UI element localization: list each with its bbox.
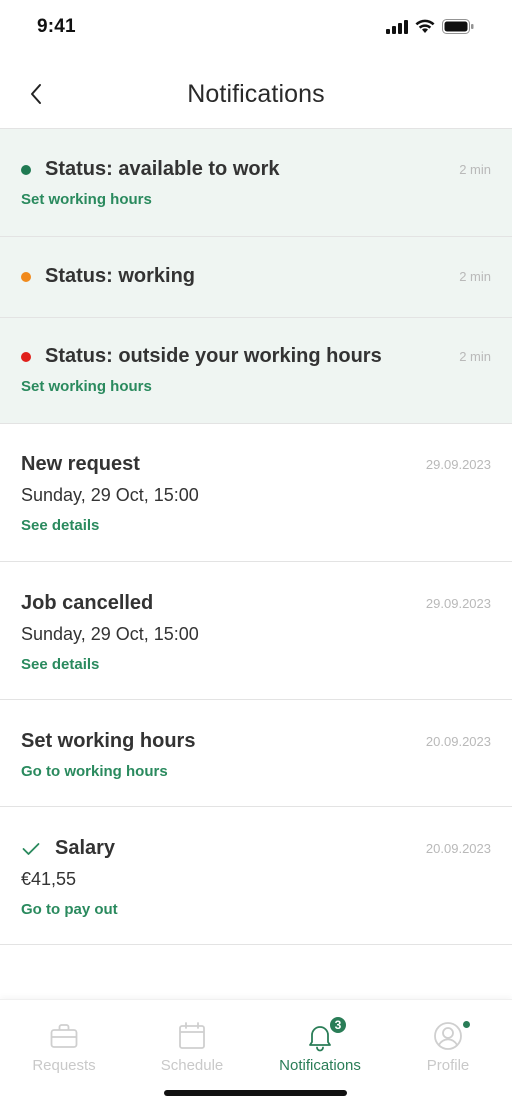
- check-icon: [22, 843, 40, 855]
- see-details-link[interactable]: See details: [21, 517, 99, 534]
- status-time: 9:41: [37, 16, 76, 37]
- notification-time: 2 min: [459, 349, 491, 364]
- wifi-icon: [415, 19, 435, 33]
- status-dot-red: [21, 352, 31, 362]
- notification-title: Status: working: [45, 265, 196, 287]
- notification-item[interactable]: New request 29.09.2023 Sunday, 29 Oct, 1…: [0, 424, 512, 562]
- notification-badge: 3: [328, 1015, 348, 1035]
- notification-title: Job cancelled: [21, 592, 154, 614]
- profile-status-dot: [461, 1019, 472, 1030]
- go-to-pay-out-link[interactable]: Go to pay out: [21, 901, 118, 918]
- notification-item[interactable]: Set working hours 20.09.2023 Go to worki…: [0, 700, 512, 807]
- see-details-link[interactable]: See details: [21, 656, 99, 673]
- header: Notifications: [0, 56, 512, 129]
- tab-label: Schedule: [160, 1057, 224, 1074]
- notification-time: 2 min: [459, 162, 491, 177]
- tab-schedule[interactable]: Schedule: [128, 1000, 256, 1080]
- notification-date: Sunday, 29 Oct, 15:00: [21, 624, 199, 644]
- set-working-hours-link[interactable]: Set working hours: [21, 378, 152, 395]
- notification-title: Salary: [55, 837, 116, 859]
- notification-time: 2 min: [459, 269, 491, 284]
- notification-item[interactable]: Job cancelled 29.09.2023 Sunday, 29 Oct,…: [0, 562, 512, 700]
- notification-title: New request: [21, 453, 140, 475]
- notification-list: Status: available to work 2 min Set work…: [0, 129, 512, 945]
- notification-title: Set working hours: [21, 730, 196, 752]
- notification-item[interactable]: Status: outside your working hours 2 min…: [0, 318, 512, 424]
- status-dot-green: [21, 165, 31, 175]
- notification-title: Status: outside your working hours: [45, 345, 382, 367]
- status-dot-orange: [21, 272, 31, 282]
- notification-item[interactable]: Status: working 2 min: [0, 237, 512, 318]
- salary-amount: €41,55: [21, 869, 77, 889]
- tab-label: Requests: [32, 1057, 96, 1074]
- profile-icon: [434, 1022, 462, 1050]
- go-to-working-hours-link[interactable]: Go to working hours: [21, 763, 168, 780]
- notification-time: 29.09.2023: [425, 457, 491, 472]
- tab-requests[interactable]: Requests: [0, 1000, 128, 1080]
- status-icons: [386, 19, 474, 34]
- briefcase-icon: [50, 1024, 78, 1048]
- notification-item[interactable]: Salary 20.09.2023 €41,55 Go to pay out: [0, 807, 512, 945]
- page-title: Notifications: [187, 80, 325, 108]
- calendar-icon: [179, 1022, 205, 1049]
- tab-notifications[interactable]: 3 Notifications: [256, 1000, 384, 1080]
- status-bar: 9:41: [0, 0, 512, 56]
- notification-date: Sunday, 29 Oct, 15:00: [21, 485, 199, 505]
- tab-label: Notifications: [279, 1057, 361, 1074]
- signal-icon: [386, 19, 408, 34]
- notification-time: 20.09.2023: [425, 734, 491, 749]
- tab-label: Profile: [426, 1057, 470, 1074]
- home-indicator: [164, 1090, 347, 1096]
- notification-time: 29.09.2023: [425, 596, 491, 611]
- notification-item[interactable]: Status: available to work 2 min Set work…: [0, 129, 512, 237]
- notification-title: Status: available to work: [45, 158, 280, 180]
- notification-time: 20.09.2023: [425, 841, 491, 856]
- set-working-hours-link[interactable]: Set working hours: [21, 191, 152, 208]
- battery-icon: [442, 19, 474, 34]
- tab-profile[interactable]: Profile: [384, 1000, 512, 1080]
